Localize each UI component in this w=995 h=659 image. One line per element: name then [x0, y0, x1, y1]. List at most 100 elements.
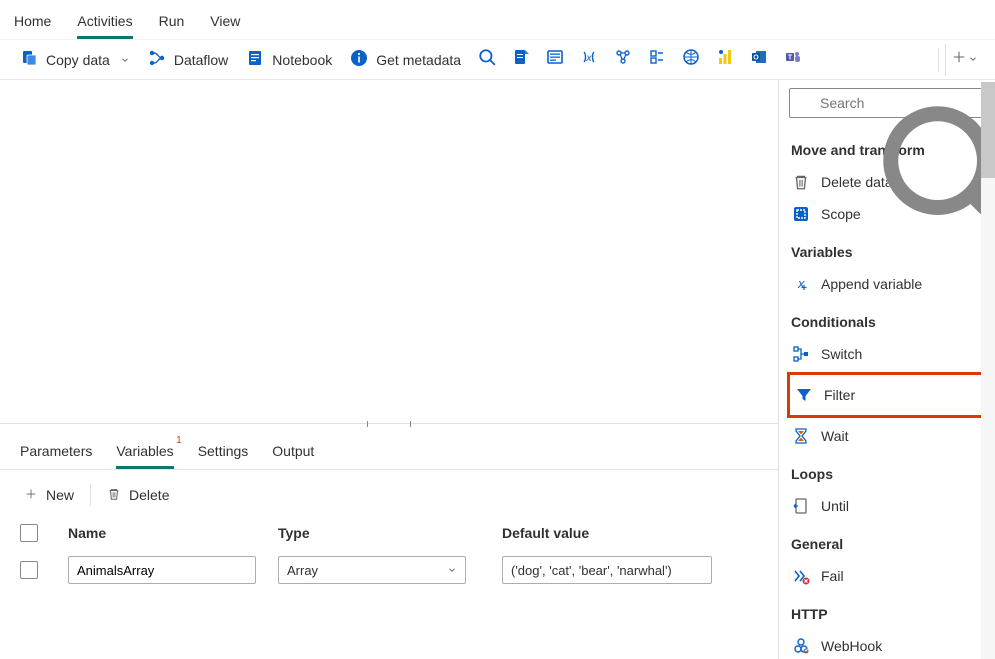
toolbar-divider: [938, 48, 939, 72]
tab-parameters[interactable]: Parameters: [20, 437, 92, 469]
wait-icon: [791, 426, 811, 446]
highlighted-activity: Filter: [787, 372, 987, 418]
activity-label: Append variable: [821, 276, 922, 292]
toolbar-task-button[interactable]: [641, 44, 673, 76]
action-divider: [90, 484, 91, 506]
fail-icon: [791, 566, 811, 586]
activity-label: Filter: [824, 387, 855, 403]
until-icon: [791, 496, 811, 516]
section-loops: Loops: [789, 456, 985, 490]
ml-icon: [614, 48, 632, 71]
activity-label: Fail: [821, 568, 844, 584]
activity-switch[interactable]: Switch: [789, 338, 985, 370]
notebook-button[interactable]: Notebook: [238, 44, 340, 76]
filter-icon: [794, 385, 814, 405]
trash-icon: [107, 487, 121, 504]
chevron-down-icon: [447, 563, 457, 578]
copy-data-label: Copy data: [46, 52, 110, 68]
section-general: General: [789, 526, 985, 560]
chevron-down-icon: [968, 51, 978, 69]
switch-icon: [791, 344, 811, 364]
activity-wait[interactable]: Wait: [789, 420, 985, 452]
delete-variable-button[interactable]: Delete: [107, 487, 169, 504]
var-default-input[interactable]: ('dog', 'cat', 'bear', 'narwhal'): [502, 556, 712, 584]
col-type: Type: [278, 525, 488, 541]
scrollbar-thumb[interactable]: [981, 82, 995, 178]
copy-data-icon: [20, 49, 38, 70]
tab-variables[interactable]: Variables 1: [116, 437, 173, 469]
get-metadata-button[interactable]: Get metadata: [342, 44, 469, 76]
toolbar-outlook-button[interactable]: [743, 44, 775, 76]
notebook-label: Notebook: [272, 52, 332, 68]
append-variable-icon: [791, 274, 811, 294]
top-menu: Home Activities Run View: [0, 0, 995, 40]
tab-variables-label: Variables: [116, 443, 173, 459]
script-icon: [512, 48, 530, 71]
toolbar-add-button[interactable]: [945, 44, 983, 76]
col-default: Default value: [488, 525, 758, 541]
globe-icon: [682, 48, 700, 71]
toolbar-script-button[interactable]: [505, 44, 537, 76]
toolbar-lookup-button[interactable]: [471, 44, 503, 76]
toolbar-form-button[interactable]: [539, 44, 571, 76]
bottom-panel: Parameters Variables 1 Settings Output N…: [0, 429, 778, 659]
section-conditionals: Conditionals: [789, 304, 985, 338]
activity-append-variable[interactable]: Append variable: [789, 268, 985, 300]
tab-settings[interactable]: Settings: [198, 437, 249, 469]
activity-label: Wait: [821, 428, 848, 444]
pipeline-canvas[interactable]: [0, 80, 778, 423]
powerbi-icon: [716, 48, 734, 71]
activity-filter[interactable]: Filter: [790, 379, 984, 411]
var-type-value: Array: [287, 563, 318, 578]
dataflow-label: Dataflow: [174, 52, 228, 68]
teams-icon: [784, 48, 802, 71]
top-tab-run[interactable]: Run: [159, 5, 185, 39]
chevron-down-icon: [120, 52, 130, 68]
tab-variables-badge: 1: [176, 435, 182, 446]
toolbar-teams-button[interactable]: [777, 44, 809, 76]
top-tab-home[interactable]: Home: [14, 5, 51, 39]
panel-splitter[interactable]: [0, 423, 778, 429]
activity-label: WebHook: [821, 638, 882, 654]
activity-webhook[interactable]: WebHook: [789, 630, 985, 659]
tab-output[interactable]: Output: [272, 437, 314, 469]
get-metadata-label: Get metadata: [376, 52, 461, 68]
toolbar: Copy data Dataflow Notebook Get metadata: [0, 40, 995, 80]
select-all-checkbox[interactable]: [20, 524, 38, 542]
task-icon: [648, 48, 666, 71]
activity-until[interactable]: Until: [789, 490, 985, 522]
top-tab-view[interactable]: View: [210, 5, 240, 39]
new-variable-button[interactable]: New: [24, 487, 74, 504]
activity-label: Switch: [821, 346, 862, 362]
activities-panel: Move and transform Delete data Scope Var…: [779, 80, 995, 659]
plus-icon: [24, 487, 38, 504]
copy-data-button[interactable]: Copy data: [12, 44, 138, 76]
table-row: Array ('dog', 'cat', 'bear', 'narwhal'): [20, 550, 758, 590]
toolbar-variable-button[interactable]: [573, 44, 605, 76]
activity-label: Until: [821, 498, 849, 514]
section-http: HTTP: [789, 596, 985, 630]
var-name-input[interactable]: [68, 556, 256, 584]
outlook-icon: [750, 48, 768, 71]
row-checkbox[interactable]: [20, 561, 38, 579]
plus-icon: [952, 50, 966, 69]
var-default-value: ('dog', 'cat', 'bear', 'narwhal'): [511, 563, 672, 578]
top-tab-activities[interactable]: Activities: [77, 5, 132, 39]
search-icon: [797, 95, 813, 111]
toolbar-powerbi-button[interactable]: [709, 44, 741, 76]
dataflow-button[interactable]: Dataflow: [140, 44, 236, 76]
new-label: New: [46, 487, 74, 503]
col-name: Name: [68, 525, 278, 541]
delete-label: Delete: [129, 487, 169, 503]
vertical-scrollbar[interactable]: [981, 82, 995, 659]
search-icon: [478, 48, 496, 71]
toolbar-web-button[interactable]: [675, 44, 707, 76]
webhook-icon: [791, 636, 811, 656]
info-icon: [350, 49, 368, 70]
var-type-select[interactable]: Array: [278, 556, 466, 584]
toolbar-ml-button[interactable]: [607, 44, 639, 76]
form-icon: [546, 48, 564, 71]
notebook-icon: [246, 49, 264, 70]
variable-icon: [580, 48, 598, 71]
activity-fail[interactable]: Fail: [789, 560, 985, 592]
